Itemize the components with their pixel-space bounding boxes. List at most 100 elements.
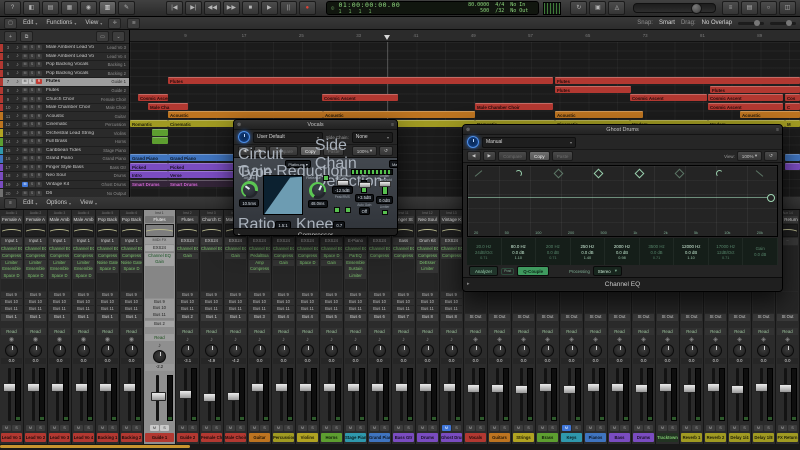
fader-track[interactable] bbox=[400, 368, 403, 421]
horizontal-zoom-slider[interactable] bbox=[770, 19, 796, 26]
drag-menu[interactable]: No Overlap bbox=[702, 20, 732, 26]
automation-mode-slot[interactable]: Read bbox=[73, 327, 94, 335]
eq-band-5-icon[interactable] bbox=[634, 168, 645, 179]
track-zoom-icon[interactable]: ▭ bbox=[96, 31, 109, 42]
smart-controls-icon[interactable]: ◉ bbox=[80, 1, 97, 15]
group-slot[interactable] bbox=[681, 322, 702, 327]
channel-strip[interactable]: Inst 1 Flutes MIDI FX EXS24 Channel EQ Gain Bu… bbox=[144, 210, 176, 444]
lcd-position[interactable]: 1 1 1 1 bbox=[338, 9, 400, 15]
copy-button[interactable]: Copy bbox=[529, 151, 550, 161]
strip-solo-button[interactable]: S bbox=[620, 425, 629, 431]
send-slot[interactable]: Bus 10 bbox=[25, 298, 46, 306]
strip-eq-thumbnail[interactable] bbox=[49, 224, 70, 237]
automation-mode-slot[interactable]: Read bbox=[777, 327, 798, 335]
audio-fx-slot[interactable]: Noise Gate bbox=[121, 259, 142, 266]
strip-solo-button[interactable]: S bbox=[788, 425, 797, 431]
eq-band-1-icon[interactable] bbox=[474, 169, 483, 177]
channel-strip[interactable]: Inst 8Full BrasEXS24Channel EQSpace DGai… bbox=[320, 210, 344, 444]
send-slot[interactable]: Bus 9 bbox=[73, 292, 94, 299]
channel-strip[interactable]: Audio 1 Female A Input 1 Channel EQ Compress… bbox=[0, 210, 24, 444]
volume-value[interactable]: 0.0 bbox=[489, 357, 510, 364]
mixer-menu-edit[interactable]: Edit ▾ bbox=[23, 200, 37, 206]
output-slot[interactable]: Bus 7 bbox=[393, 314, 414, 321]
group-slot[interactable] bbox=[465, 322, 486, 327]
attack-value[interactable]: 10.5ms bbox=[239, 199, 260, 207]
send-slot[interactable]: Bus 11 bbox=[321, 305, 342, 312]
automation-icon[interactable]: ✛ bbox=[108, 17, 122, 29]
strip-solo-button[interactable]: S bbox=[332, 425, 341, 431]
send-slot[interactable]: Bus 10 bbox=[49, 298, 70, 306]
strip-track-label[interactable]: Drums bbox=[633, 433, 654, 442]
volume-value[interactable]: 0.0 bbox=[657, 357, 678, 364]
track-row[interactable]: 3 ♪MSRMale Ambient Lead Vocal Lead Vo 3 bbox=[0, 44, 129, 53]
track-solo-button[interactable]: S bbox=[29, 164, 35, 170]
strip-track-label[interactable]: Pianos bbox=[585, 433, 606, 442]
fader-track[interactable] bbox=[568, 368, 571, 421]
input-slot[interactable]: EXS24 bbox=[441, 238, 462, 245]
auto-gain-value[interactable]: Off bbox=[358, 207, 371, 215]
send-slot[interactable]: Bus 11 bbox=[145, 312, 174, 319]
fader-track[interactable] bbox=[424, 368, 427, 421]
send-slot[interactable]: Bus 11 bbox=[177, 305, 198, 312]
audio-fx-slot[interactable]: Channel EQ bbox=[1, 246, 22, 253]
link-button[interactable]: ↺ bbox=[764, 151, 778, 161]
volume-value[interactable]: 0.0 bbox=[441, 357, 462, 364]
fader-track[interactable] bbox=[688, 368, 691, 421]
detection-menu[interactable]: Max ▾ bbox=[388, 160, 397, 168]
audio-fx-slot[interactable]: Sustain bbox=[345, 266, 366, 273]
input-slot[interactable]: Input 1 bbox=[1, 238, 22, 245]
strip-name[interactable]: Pop Back bbox=[121, 216, 142, 223]
region[interactable]: Smart Drums bbox=[130, 179, 168, 187]
volume-value[interactable]: 0.0 bbox=[537, 357, 558, 364]
send-slot[interactable]: Bus 11 bbox=[201, 305, 222, 312]
output-slot[interactable]: Bus 2 bbox=[177, 314, 198, 321]
audio-fx-slot[interactable]: DeEsser bbox=[417, 259, 438, 266]
channel-strip[interactable]: Inst 10Grand PiEXS24Channel EQCompressBu… bbox=[368, 210, 392, 444]
eq-band-6-readout[interactable]: 3500 Hz 0.0 dB 0.71 bbox=[640, 238, 675, 265]
automation-mode-slot[interactable]: Read bbox=[705, 327, 726, 335]
eq-band-2-icon[interactable] bbox=[514, 169, 523, 177]
band-frequency[interactable]: 17000 Hz bbox=[716, 244, 735, 249]
pan-knob[interactable] bbox=[53, 343, 66, 357]
output-slot[interactable]: Bus 8 bbox=[441, 314, 462, 321]
strip-solo-button[interactable]: S bbox=[476, 425, 485, 431]
group-slot[interactable] bbox=[369, 322, 390, 327]
region[interactable] bbox=[785, 162, 800, 170]
pan-knob[interactable] bbox=[589, 343, 602, 357]
eq-band-8-readout[interactable]: 17000 Hz 12dB/Oct 0.71 bbox=[709, 238, 744, 265]
output-slot[interactable]: Bus 4 bbox=[273, 314, 294, 321]
group-slot[interactable] bbox=[249, 322, 270, 327]
fader-track[interactable] bbox=[784, 368, 787, 421]
pan-knob[interactable] bbox=[493, 343, 506, 357]
group-slot[interactable] bbox=[561, 322, 582, 327]
tuner-icon[interactable]: ◬ bbox=[608, 1, 626, 15]
disclosure-triangle-icon[interactable]: ▸ bbox=[238, 232, 241, 235]
send-slot[interactable]: Bus 10 bbox=[417, 298, 438, 306]
strip-solo-button[interactable]: S bbox=[356, 425, 365, 431]
strip-solo-button[interactable]: S bbox=[60, 425, 69, 431]
strip-solo-button[interactable]: S bbox=[160, 425, 169, 431]
strip-track-label[interactable]: Guide 1 bbox=[145, 433, 174, 442]
group-slot[interactable] bbox=[177, 322, 198, 327]
track-record-button[interactable]: R bbox=[36, 122, 42, 128]
track-row[interactable]: 15 ♪ M S R Caribbean Tides Stage Piano bbox=[0, 146, 129, 156]
record-button[interactable]: ● bbox=[298, 1, 316, 15]
track-mute-button[interactable]: M bbox=[22, 96, 28, 102]
band-gain[interactable]: 0.0 dB bbox=[512, 250, 524, 255]
disclosure-triangle-icon[interactable]: ▸ bbox=[467, 281, 470, 287]
fader-track[interactable] bbox=[760, 368, 763, 421]
region[interactable]: Flutes bbox=[555, 77, 800, 85]
pan-knob[interactable] bbox=[757, 343, 770, 357]
track-name[interactable]: Flutes bbox=[44, 79, 94, 84]
processing-menu[interactable]: Stereo ▾ bbox=[592, 266, 622, 276]
strip-eq-thumbnail[interactable] bbox=[177, 224, 198, 237]
pan-knob[interactable] bbox=[277, 343, 290, 357]
pan-knob[interactable] bbox=[469, 343, 482, 357]
output-slot[interactable]: St Out bbox=[609, 314, 630, 321]
eq-band-8-icon[interactable] bbox=[755, 169, 764, 177]
fader-track[interactable] bbox=[8, 368, 11, 421]
vertical-slider[interactable] bbox=[379, 180, 392, 195]
track-row[interactable]: 5 ♪ M S R Pop Backing Vocals Backing 1 bbox=[0, 61, 129, 70]
strip-mute-button[interactable]: M bbox=[514, 425, 523, 431]
automation-mode-slot[interactable]: Read bbox=[201, 327, 222, 335]
